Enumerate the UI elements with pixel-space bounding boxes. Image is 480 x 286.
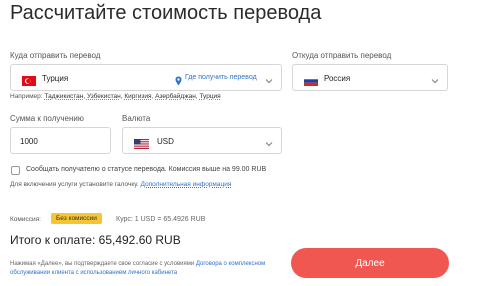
example-country[interactable]: Турция [199,93,220,100]
destination-label: Куда отправить перевод [10,51,101,60]
exchange-rate: Курс: 1 USD = 65.4926 RUB [116,216,206,223]
usa-flag-icon [134,136,149,154]
origin-country: Россия [324,74,351,83]
page-title: Рассчитайте стоимость перевода [10,2,322,24]
turkey-flag-icon [22,73,36,91]
chevron-down-icon[interactable] [264,73,274,91]
example-country[interactable]: Азербайджан [155,93,196,100]
amount-input[interactable]: 1000 [10,127,111,154]
no-commission-badge: Без комиссии [51,213,102,224]
more-info-link[interactable]: Дополнительная информация [141,181,232,188]
currency-select[interactable]: USD [122,127,282,154]
example-country[interactable]: Киргизия [124,93,151,100]
terms-text: Нажимая «Далее», вы подтверждаете свое с… [10,261,266,276]
destination-examples: Например: Таджикистан, Узбекистан, Кирги… [10,93,221,100]
origin-select[interactable]: Россия [292,64,448,91]
notify-hint: Для включения услуги установите галочку.… [10,181,232,188]
chevron-down-icon[interactable] [430,73,440,91]
location-pin-icon[interactable] [175,73,182,91]
russia-flag-icon [303,73,319,91]
example-country[interactable]: Узбекистан [87,93,121,100]
commission-label: Комиссия: [10,216,41,223]
next-button[interactable]: Далее [291,248,449,278]
origin-label: Откуда отправить перевод [292,51,392,60]
amount-label: Сумма к получению [10,114,84,123]
notify-checkbox[interactable] [11,166,20,175]
amount-value: 1000 [20,137,38,146]
example-country[interactable]: Таджикистан [44,93,83,100]
notify-label: Сообщать получателю о статусе перевода. … [26,166,267,173]
chevron-down-icon[interactable] [264,136,274,154]
currency-label: Валюта [122,114,151,123]
total-amount: Итого к оплате: 65,492.60 RUB [10,233,181,247]
currency-value: USD [157,137,174,146]
destination-select[interactable]: Турция Где получить перевод [10,64,282,91]
destination-country: Турция [42,74,69,83]
where-to-receive-link[interactable]: Где получить перевод [185,74,257,81]
